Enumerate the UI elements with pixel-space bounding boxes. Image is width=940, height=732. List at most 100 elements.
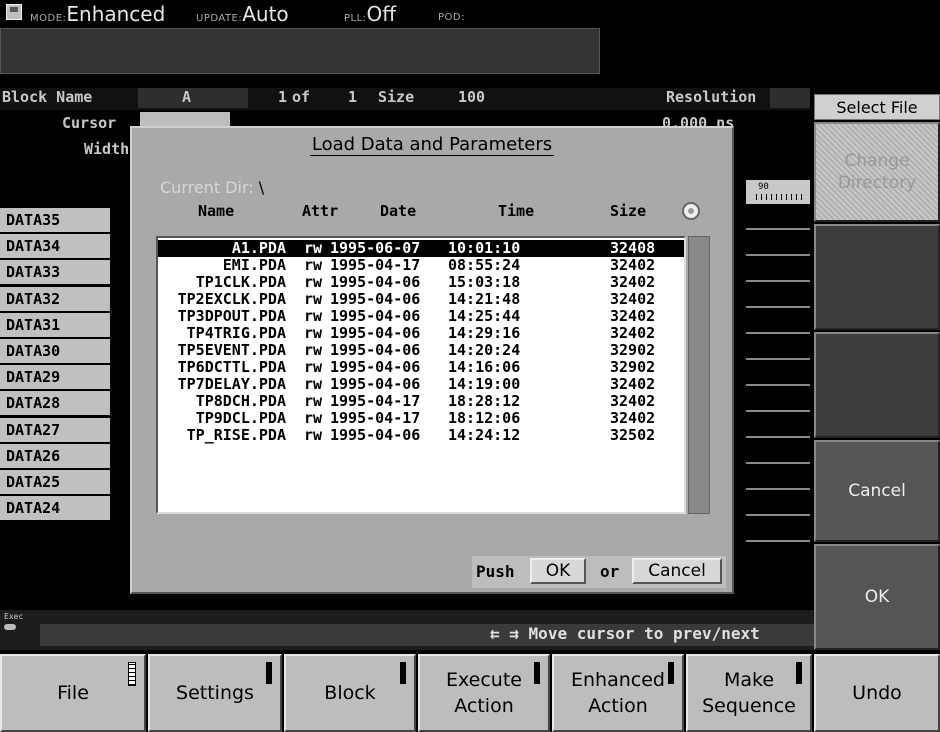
menu-key-line1: File — [57, 682, 89, 704]
file-size: 32902 — [610, 341, 656, 359]
file-size: 32402 — [610, 307, 656, 325]
file-row[interactable]: TP7DELAY.PDA rw 1995-04-06 14:19:00 32402 — [158, 376, 684, 393]
file-row[interactable]: TP5EVENT.PDA rw 1995-04-06 14:20:24 32902 — [158, 342, 684, 359]
file-name: TP8DCH.PDA — [195, 392, 286, 410]
menu-key-line2: Action — [588, 695, 648, 717]
update-indicator: UPDATE:Auto — [196, 2, 289, 26]
file-attr: rw — [304, 290, 323, 308]
file-name: TP3DPOUT.PDA — [177, 307, 286, 325]
mode-indicator: MODE:Enhanced — [30, 2, 165, 26]
channel-waveform — [110, 365, 122, 392]
channel-label[interactable]: DATA33 — [0, 260, 110, 287]
file-row[interactable]: TP8DCH.PDA rw 1995-04-17 18:28:12 32402 — [158, 393, 684, 410]
pod-indicator: POD: — [438, 10, 465, 23]
menu-key-line1: Undo — [852, 682, 902, 704]
pod-label: POD: — [438, 12, 465, 23]
file-date: 1995-04-17 — [330, 256, 421, 274]
file-name: TP4TRIG.PDA — [186, 324, 286, 342]
menu-key-6[interactable]: Undo — [814, 654, 940, 732]
file-attr: rw — [304, 358, 323, 376]
menu-key-label: Undo — [852, 680, 902, 706]
file-row[interactable]: TP9DCL.PDA rw 1995-04-17 18:12:06 32402 — [158, 410, 684, 427]
file-row[interactable]: TP1CLK.PDA rw 1995-04-06 15:03:18 32402 — [158, 274, 684, 291]
file-attr: rw — [304, 307, 323, 325]
menu-key-3[interactable]: Execute Action — [418, 654, 550, 732]
dialog-title-text: Load Data and Parameters — [309, 134, 555, 156]
change-directory-button[interactable]: Change Directory — [814, 122, 940, 222]
file-row[interactable]: TP3DPOUT.PDA rw 1995-04-06 14:25:44 32402 — [158, 308, 684, 325]
file-date: 1995-06-07 — [330, 239, 421, 257]
menu-key-0[interactable]: File — [0, 654, 146, 732]
menu-key-line1: Settings — [176, 682, 254, 704]
block-size-value: 100 — [458, 88, 486, 106]
side-key-empty-2[interactable] — [814, 332, 940, 438]
side-key-empty-1[interactable] — [814, 224, 940, 330]
menu-key-5[interactable]: Make Sequence — [686, 654, 812, 732]
file-attr: rw — [304, 256, 323, 274]
channel-label[interactable]: DATA29 — [0, 365, 110, 392]
block-of-label: of — [292, 88, 311, 106]
channel-label[interactable]: DATA32 — [0, 286, 110, 313]
channel-waveform — [110, 391, 122, 418]
radio-icon[interactable] — [682, 202, 700, 220]
file-name: TP2EXCLK.PDA — [177, 290, 286, 308]
side-cancel-label: Cancel — [848, 481, 906, 501]
menu-key-line1: Execute — [446, 669, 522, 691]
channel-label[interactable]: DATA34 — [0, 234, 110, 261]
menu-key-2[interactable]: Block — [284, 654, 416, 732]
dialog-cancel-button[interactable]: Cancel — [632, 558, 722, 584]
file-row[interactable]: A1.PDA rw 1995-06-07 10:01:10 32408 — [158, 240, 684, 257]
waveform-edge — [736, 204, 810, 564]
submenu-flag-icon — [796, 662, 802, 684]
exec-icon: Exec — [4, 612, 23, 630]
file-time: 14:19:00 — [448, 375, 521, 393]
file-date: 1995-04-06 — [330, 341, 421, 359]
file-size: 32902 — [610, 358, 656, 376]
file-time: 14:29:16 — [448, 324, 521, 342]
channel-label[interactable]: DATA25 — [0, 470, 110, 496]
channel-label[interactable]: DATA28 — [0, 391, 110, 418]
channel-waveform — [110, 312, 122, 339]
side-ok-button[interactable]: OK — [814, 544, 940, 650]
file-size: 32402 — [610, 392, 656, 410]
push-label: Push — [476, 562, 515, 581]
file-size: 32502 — [610, 426, 656, 444]
header-name: Name — [198, 202, 235, 220]
menu-key-label: Enhanced Action — [571, 667, 665, 719]
file-size: 32402 — [610, 409, 656, 427]
channel-label[interactable]: DATA35 — [0, 208, 110, 234]
block-name-label: Block Name — [2, 88, 93, 106]
file-name: TP7DELAY.PDA — [177, 375, 286, 393]
channel-label[interactable]: DATA31 — [0, 312, 110, 339]
file-date: 1995-04-06 — [330, 273, 421, 291]
submenu-flag-icon — [128, 662, 136, 686]
file-name: TP9DCL.PDA — [195, 409, 286, 427]
file-row[interactable]: TP4TRIG.PDA rw 1995-04-06 14:29:16 32402 — [158, 325, 684, 342]
file-time: 14:24:12 — [448, 426, 521, 444]
channel-label[interactable]: DATA27 — [0, 417, 110, 444]
channel-waveform — [110, 339, 122, 365]
channel-label[interactable]: DATA30 — [0, 339, 110, 365]
dialog-ok-button[interactable]: OK — [530, 558, 586, 584]
menu-key-4[interactable]: Enhanced Action — [552, 654, 684, 732]
block-name-field[interactable] — [138, 88, 248, 108]
file-row[interactable]: TP_RISE.PDA rw 1995-04-06 14:24:12 32502 — [158, 427, 684, 444]
file-row[interactable]: TP2EXCLK.PDA rw 1995-04-06 14:21:48 32402 — [158, 291, 684, 308]
file-list-scrollbar[interactable] — [688, 236, 710, 514]
file-attr: rw — [304, 273, 323, 291]
header-date: Date — [380, 202, 417, 220]
submenu-flag-icon — [668, 662, 674, 684]
file-list[interactable]: A1.PDA rw 1995-06-07 10:01:10 32408 EMI.PDA rw… — [156, 236, 686, 514]
width-label: Width — [84, 140, 130, 158]
channel-label[interactable]: DATA24 — [0, 496, 110, 523]
menu-key-1[interactable]: Settings — [148, 654, 282, 732]
channel-waveform — [110, 286, 122, 313]
file-row[interactable]: EMI.PDA rw 1995-04-17 08:55:24 32402 — [158, 257, 684, 274]
menu-key-label: Execute Action — [446, 667, 522, 719]
file-date: 1995-04-06 — [330, 307, 421, 325]
file-row[interactable]: TP6DCTTL.PDA rw 1995-04-06 14:16:06 32902 — [158, 359, 684, 376]
channel-label[interactable]: DATA26 — [0, 443, 110, 470]
file-time: 18:12:06 — [448, 409, 521, 427]
resolution-field[interactable] — [770, 88, 810, 108]
side-cancel-button[interactable]: Cancel — [814, 440, 940, 542]
